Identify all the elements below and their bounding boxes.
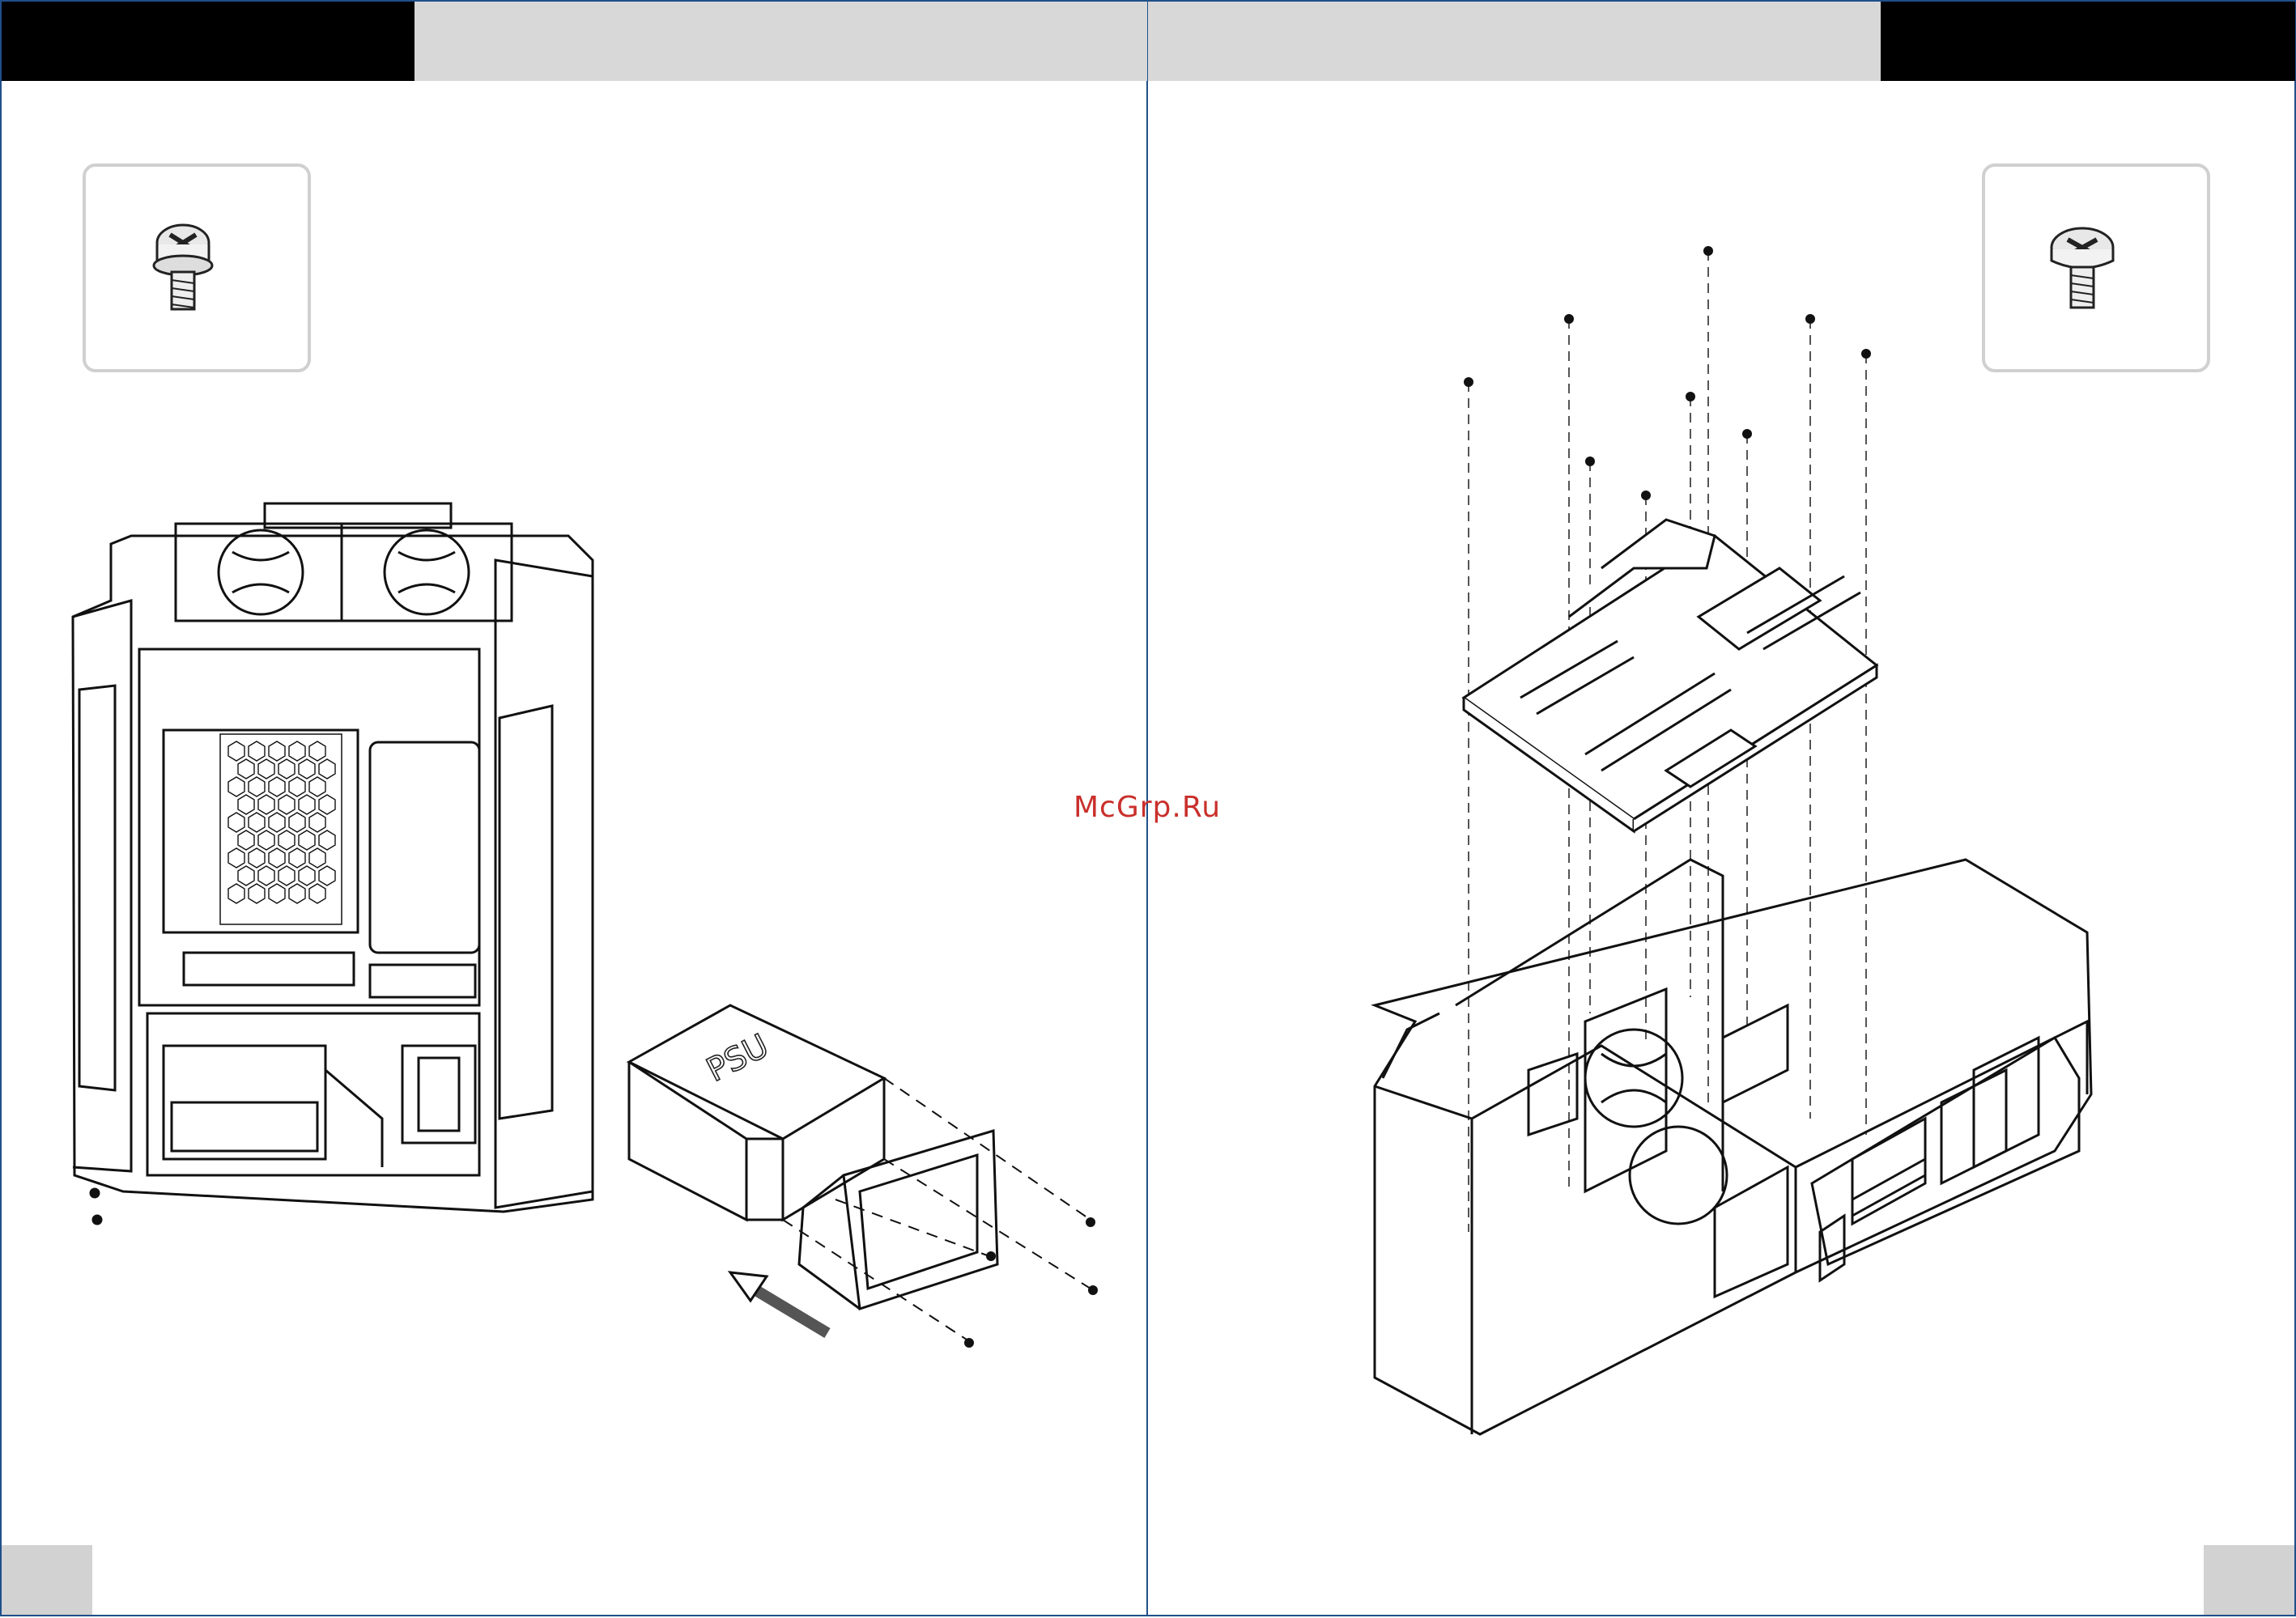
left-page: PSU: [0, 0, 1147, 1616]
motherboard-installation-drawing: [1371, 246, 2093, 1436]
watermark-text: McGrp.Ru: [1074, 791, 1222, 824]
psu-installation-drawing: PSU: [71, 502, 1098, 1348]
right-page: McGrp.Ru: [1074, 0, 2296, 1616]
right-footer-tab: [2204, 1545, 2294, 1615]
left-footer-tab: [2, 1545, 92, 1615]
